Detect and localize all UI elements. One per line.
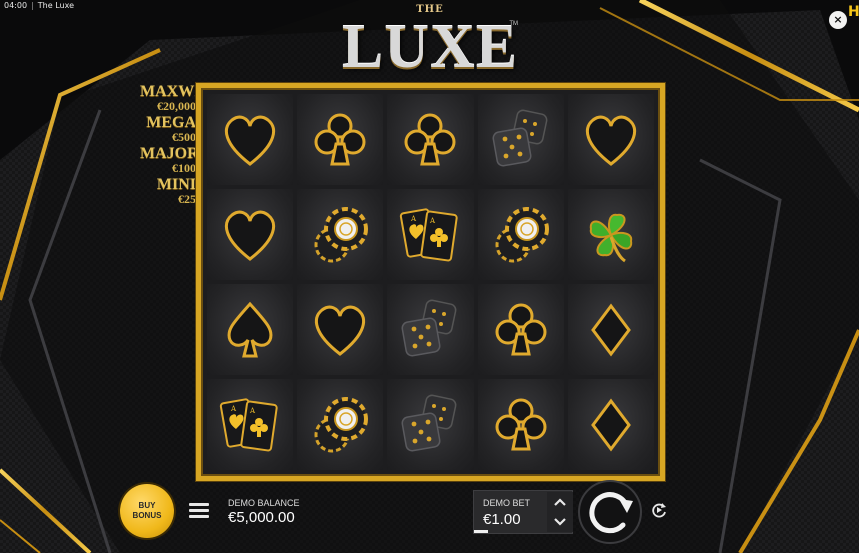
reel-cell <box>477 379 564 470</box>
heart-symbol-icon <box>225 210 276 261</box>
jackpot-panel: MAXWIN €20,000 MEGA €500 MAJOR €100 MINI… <box>140 83 212 208</box>
svg-text:A: A <box>410 215 417 223</box>
game-title: The Luxe <box>37 1 74 10</box>
jackpot-value: €500 <box>172 130 196 144</box>
balance-value: €5,000.00 <box>228 509 295 526</box>
balance-label: DEMO BALANCE <box>228 498 300 508</box>
bet-indicator <box>474 530 488 533</box>
spin-button[interactable] <box>578 480 642 544</box>
provider-logo: H <box>848 4 859 20</box>
logo-main: LUXE <box>341 13 519 81</box>
diamond-symbol-icon <box>591 398 631 451</box>
reel-cell <box>567 379 654 470</box>
reel-cell <box>297 284 384 375</box>
chips-symbol-icon <box>495 206 549 262</box>
reel-cell <box>477 284 564 375</box>
dice-symbol-icon <box>492 109 548 166</box>
hamburger-icon <box>189 503 209 518</box>
jackpot-maxwin: MAXWIN €20,000 <box>140 83 212 113</box>
club-symbol-icon <box>495 398 547 450</box>
jackpot-value: €25 <box>178 192 196 206</box>
reel-cell <box>297 189 384 280</box>
club-symbol-icon <box>404 113 456 165</box>
close-button[interactable]: × <box>829 11 847 29</box>
heart-symbol-icon <box>225 115 276 166</box>
game-logo: THE LUXE TM <box>340 4 520 84</box>
clock: 04:00 <box>4 1 28 10</box>
reel-frame: A A A A <box>196 83 665 481</box>
reel-cell <box>297 379 384 470</box>
chips-symbol-icon <box>314 206 369 262</box>
jackpot-value: €100 <box>172 161 196 175</box>
clover-symbol-icon <box>589 213 633 262</box>
svg-text:A: A <box>230 405 237 413</box>
jackpot-name: MEGA <box>146 114 196 131</box>
heart-symbol-icon <box>315 305 366 356</box>
svg-text:A: A <box>249 407 256 415</box>
bet-decrease-button[interactable] <box>550 514 570 530</box>
buy-bonus-line2: BONUS <box>132 511 162 520</box>
status-bar: 04:00 | The Luxe <box>4 1 74 10</box>
autoplay-icon <box>652 503 666 518</box>
reel-cell <box>567 189 654 280</box>
cards-symbol-icon: A A <box>219 397 278 451</box>
reel-cell: A A <box>387 189 474 280</box>
balance-display: DEMO BALANCE €5,000.00 <box>228 497 300 527</box>
svg-text:A: A <box>429 217 436 225</box>
jackpot-mini: MINI €25 <box>140 176 196 206</box>
dice-symbol-icon <box>401 394 457 451</box>
logo-trademark: TM <box>509 21 518 27</box>
club-symbol-icon <box>314 113 366 165</box>
reel-cell <box>207 94 294 185</box>
bet-stepper <box>547 492 573 532</box>
reel-cell <box>207 284 294 375</box>
cards-symbol-icon: A A <box>400 207 459 261</box>
reel-cell: A A <box>207 379 294 470</box>
menu-button[interactable] <box>189 500 209 522</box>
heart-symbol-icon <box>585 115 636 166</box>
bet-label: DEMO BET <box>483 498 531 508</box>
reel-cell <box>387 284 474 375</box>
spin-icon <box>589 492 633 534</box>
chevron-up-icon <box>554 498 566 506</box>
jackpot-major: MAJOR €100 <box>140 145 199 175</box>
bet-increase-button[interactable] <box>550 494 570 510</box>
reel-cell <box>567 284 654 375</box>
status-separator: | <box>31 1 34 10</box>
reel-cell <box>207 189 294 280</box>
reel-cell <box>297 94 384 185</box>
reel-cell <box>477 94 564 185</box>
diamond-symbol-icon <box>591 303 631 356</box>
jackpot-name: MINI <box>156 176 196 193</box>
reel-cell <box>387 94 474 185</box>
jackpot-name: MAJOR <box>140 145 199 162</box>
buy-bonus-button[interactable]: BUY BONUS <box>120 484 174 538</box>
spade-symbol-icon <box>227 301 273 357</box>
dice-symbol-icon <box>401 299 457 356</box>
reel-cell <box>477 189 564 280</box>
reel-cell <box>567 94 654 185</box>
jackpot-value: €20,000 <box>157 99 196 113</box>
chevron-down-icon <box>554 518 566 526</box>
club-symbol-icon <box>495 303 547 355</box>
autoplay-button[interactable] <box>649 500 669 520</box>
jackpot-mega: MEGA €500 <box>140 114 196 144</box>
reel-grid: A A A A <box>207 94 654 470</box>
buy-bonus-line1: BUY <box>138 501 156 510</box>
bet-value: €1.00 <box>483 511 521 528</box>
jackpot-name: MAXWIN <box>140 83 212 100</box>
reel-cell <box>387 379 474 470</box>
chips-symbol-icon <box>314 396 369 452</box>
